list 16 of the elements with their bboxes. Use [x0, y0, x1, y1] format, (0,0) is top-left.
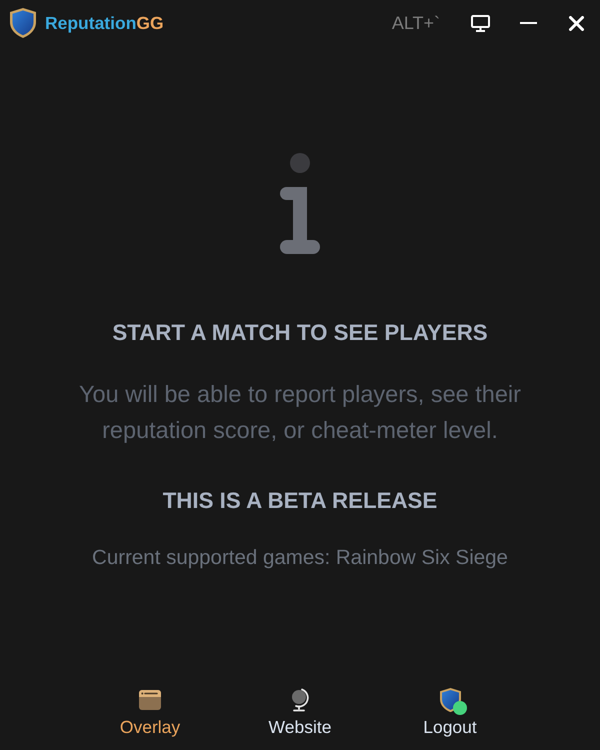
app-title: ReputationGG — [45, 12, 164, 34]
info-icon — [280, 153, 320, 254]
minimize-icon — [520, 22, 536, 24]
nav-button[interactable]: Website — [264, 686, 336, 740]
empty-state-heading: START A MATCH TO SEE PLAYERS — [112, 320, 488, 346]
hotkey-label: ALT+` — [392, 12, 440, 34]
close-icon — [568, 16, 584, 30]
shield-logo-icon — [10, 8, 36, 38]
beta-heading: THIS IS A BETA RELEASE — [162, 488, 438, 514]
window-icon — [138, 690, 161, 710]
nav-button[interactable]: Overlay — [116, 686, 184, 740]
globe-icon — [290, 688, 310, 712]
supported-games-text: Current supported games: Rainbow Six Siege — [92, 546, 508, 570]
empty-state-message: You will be able to report players, see their reputation score, or cheat-meter level. — [78, 380, 522, 445]
monitor-icon — [470, 14, 490, 32]
nav-button[interactable]: Logout — [419, 686, 481, 740]
